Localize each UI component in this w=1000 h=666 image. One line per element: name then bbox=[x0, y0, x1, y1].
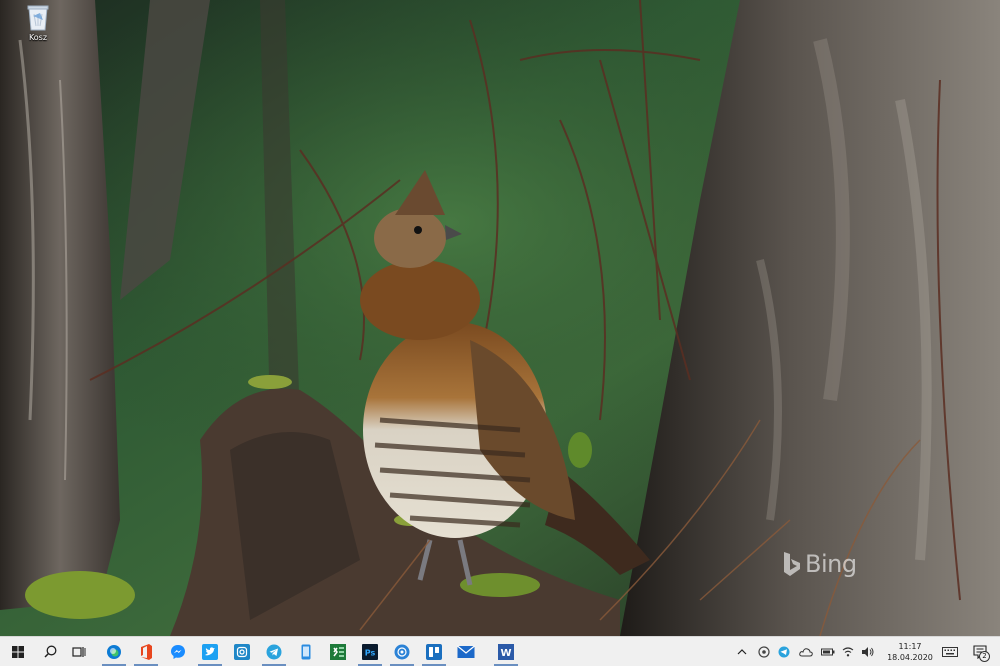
action-center-button[interactable]: 2 bbox=[966, 637, 994, 666]
svg-text:Ps: Ps bbox=[365, 648, 376, 657]
excel-icon bbox=[330, 643, 346, 660]
task-view-icon bbox=[72, 646, 86, 657]
taskbar-app-telegram[interactable] bbox=[258, 637, 290, 666]
windows-logo-icon bbox=[12, 645, 24, 658]
taskbar-clock[interactable]: 11:17 18.04.2020 bbox=[884, 639, 936, 665]
svg-text:W: W bbox=[500, 648, 511, 659]
office-icon bbox=[141, 643, 152, 660]
show-hidden-icons-button[interactable] bbox=[732, 637, 752, 666]
taskbar-app-word[interactable]: W bbox=[490, 637, 522, 666]
taskbar-app-trello[interactable] bbox=[418, 637, 450, 666]
taskbar-app-messenger[interactable] bbox=[162, 637, 194, 666]
twitter-icon bbox=[202, 643, 218, 660]
keyboard-icon bbox=[942, 646, 958, 657]
taskbar-app-instagram[interactable] bbox=[226, 637, 258, 666]
onedrive-icon bbox=[799, 647, 813, 656]
tray-battery[interactable] bbox=[818, 637, 838, 666]
task-view-button[interactable] bbox=[64, 637, 94, 666]
recycle-bin-icon bbox=[27, 5, 49, 31]
photoshop-icon: Ps bbox=[362, 643, 378, 660]
edge-icon bbox=[107, 644, 121, 659]
clock-date: 18.04.2020 bbox=[887, 653, 933, 662]
trello-icon bbox=[426, 643, 442, 660]
vpn-icon bbox=[758, 645, 770, 658]
bing-watermark: Bing bbox=[782, 550, 857, 578]
taskbar-app-photoshop[interactable]: Ps bbox=[354, 637, 386, 666]
phone-icon bbox=[301, 644, 311, 659]
tray-telegram[interactable] bbox=[774, 637, 794, 666]
tray-keyboard[interactable] bbox=[940, 637, 960, 666]
battery-icon bbox=[821, 648, 835, 655]
store-icon bbox=[394, 644, 410, 659]
taskbar-app-edge[interactable] bbox=[98, 637, 130, 666]
search-button[interactable] bbox=[36, 637, 64, 666]
tray-onedrive[interactable] bbox=[796, 637, 816, 666]
desktop-wallpaper bbox=[0, 0, 1000, 636]
tray-volume[interactable] bbox=[858, 637, 878, 666]
word-icon: W bbox=[498, 643, 514, 660]
taskbar-app-mail[interactable] bbox=[450, 637, 482, 666]
start-button[interactable] bbox=[0, 637, 36, 666]
taskbar-app-store[interactable] bbox=[386, 637, 418, 666]
taskbar-app-twitter[interactable] bbox=[194, 637, 226, 666]
taskbar-app-phone[interactable] bbox=[290, 637, 322, 666]
telegram-icon bbox=[266, 644, 282, 659]
taskbar-app-office[interactable] bbox=[130, 637, 162, 666]
tray-wifi[interactable] bbox=[838, 637, 858, 666]
mail-icon bbox=[457, 645, 475, 658]
tray-vpn[interactable] bbox=[754, 637, 774, 666]
volume-icon bbox=[862, 646, 874, 657]
instagram-icon bbox=[234, 643, 250, 660]
notification-count-badge: 2 bbox=[979, 651, 990, 662]
telegram-tray-icon bbox=[778, 646, 790, 657]
taskbar-app-excel[interactable] bbox=[322, 637, 354, 666]
chevron-up-icon bbox=[737, 648, 747, 654]
search-icon bbox=[43, 645, 56, 658]
messenger-icon bbox=[171, 644, 185, 659]
taskbar: Ps W 11:17 18.04.2020 2 bbox=[0, 636, 1000, 666]
bing-logo-icon bbox=[784, 552, 800, 576]
desktop-icon-recycle-bin[interactable]: Kosz bbox=[8, 2, 68, 54]
wifi-icon bbox=[842, 646, 854, 656]
clock-time: 11:17 bbox=[898, 642, 922, 651]
desktop-icon-label: Kosz bbox=[28, 33, 48, 42]
